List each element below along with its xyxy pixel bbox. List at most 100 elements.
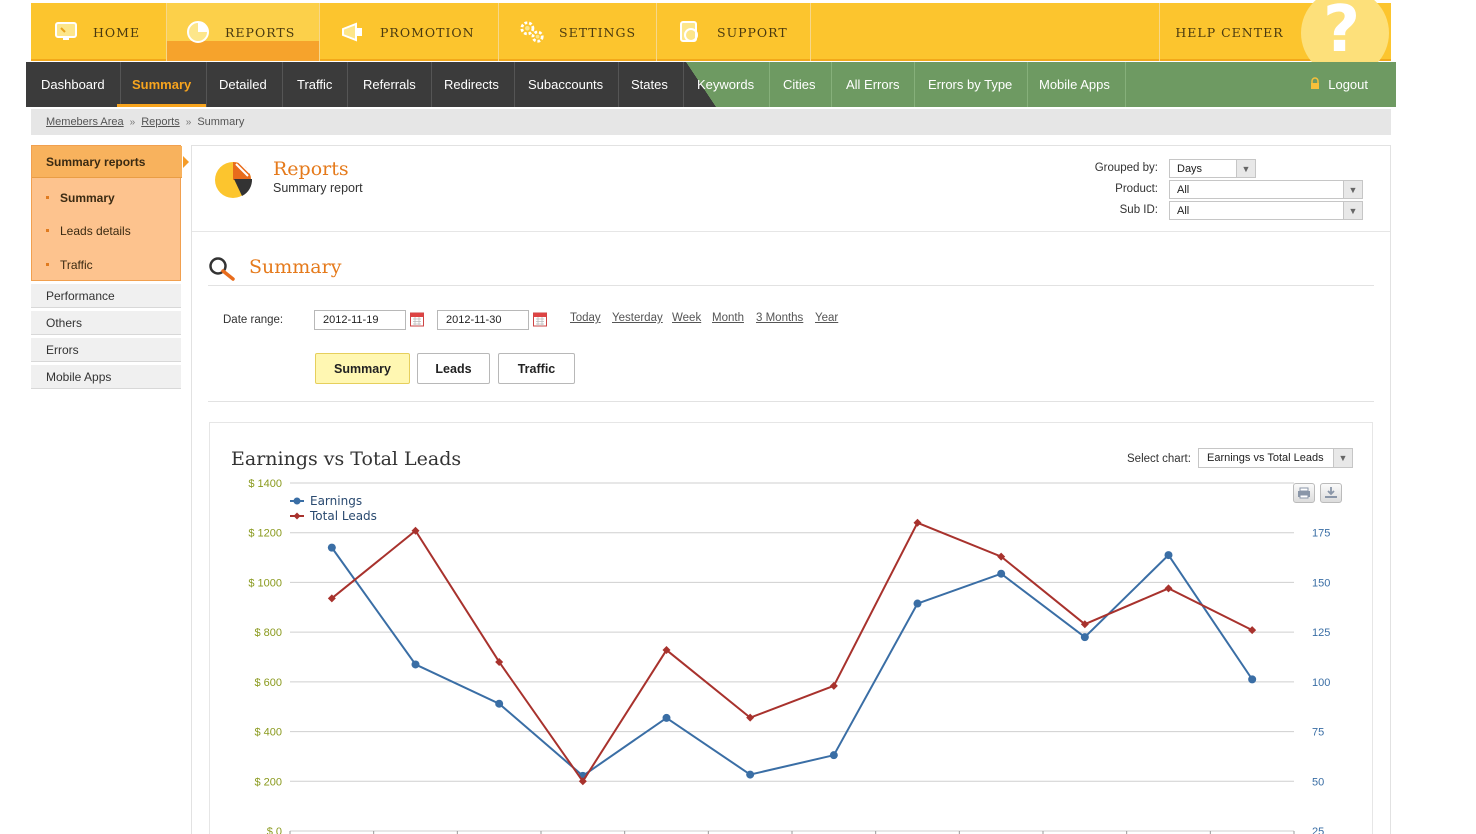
topnav-promotion[interactable]: PROMOTION (320, 3, 499, 61)
total-leads-point (1164, 584, 1173, 593)
breadcrumb-current: Summary (197, 116, 245, 128)
y-right-tick-label: 150 (1312, 577, 1330, 589)
sidebar-item-mobile-apps[interactable]: Mobile Apps (31, 365, 181, 389)
earnings-point (662, 713, 671, 722)
monitor-icon (53, 19, 79, 45)
quick-link-today[interactable]: Today (570, 312, 601, 324)
chevron-down-icon: ▼ (1343, 202, 1362, 219)
y-left-tick-label: $ 1400 (248, 478, 282, 490)
date-range-label: Date range: (223, 314, 284, 326)
sidebar-item-others[interactable]: Others (31, 311, 181, 335)
quick-link-yesterday[interactable]: Yesterday (612, 312, 663, 324)
support-icon (677, 19, 703, 45)
subnav-referrals[interactable]: Referrals (348, 62, 432, 107)
chevron-down-icon: ▼ (1343, 181, 1362, 198)
summary-title: Summary (249, 256, 342, 278)
series-line-total-leads (331, 521, 1253, 784)
y-right-tick-label: 25 (1312, 826, 1324, 834)
subnav-errors-by-type[interactable]: Errors by Type (913, 62, 1029, 107)
magnifier-icon (208, 256, 236, 282)
topnav-home-label: HOME (93, 24, 141, 40)
sidebar-section-summary-reports: Summary reports Summary Leads details Tr… (31, 145, 189, 281)
help-question-icon[interactable]: ? (1301, 0, 1389, 63)
earnings-point (913, 599, 922, 608)
quick-link-week[interactable]: Week (672, 312, 701, 324)
subnav-traffic[interactable]: Traffic (282, 62, 349, 107)
sidebar-item-traffic[interactable]: Traffic (32, 254, 93, 276)
divider (208, 285, 1374, 286)
sidebar-item-summary[interactable]: Summary (32, 187, 115, 209)
topnav-reports-label: REPORTS (225, 24, 296, 40)
topnav-promotion-label: PROMOTION (380, 24, 475, 40)
calendar-icon[interactable] (410, 311, 424, 327)
sidebar-item-performance[interactable]: Performance (31, 284, 181, 308)
topnav-support[interactable]: SUPPORT (657, 3, 811, 61)
y-left-tick-label: $ 1200 (248, 528, 282, 540)
chart-canvas: $ 0 $ 200 $ 400 $ 600 $ 800 $ 1000 $ 1200 $ 140… (248, 478, 1330, 834)
y-left-tick-label: $ 0 (267, 826, 282, 834)
subnav-all-errors[interactable]: All Errors (831, 62, 916, 107)
subnav-detailed[interactable]: Detailed (204, 62, 283, 107)
help-center-link[interactable]: HELP CENTER (1159, 3, 1299, 61)
earnings-point (411, 660, 420, 669)
tab-traffic[interactable]: Traffic (498, 353, 575, 384)
y-right-tick-label: 50 (1312, 776, 1324, 788)
lock-icon (1310, 76, 1320, 93)
page-title: Reports (273, 158, 349, 180)
tab-leads[interactable]: Leads (417, 353, 490, 384)
subnav-subaccounts[interactable]: Subaccounts (513, 62, 620, 107)
legend-marker (293, 497, 301, 505)
subnav-keywords[interactable]: Keywords (682, 62, 771, 107)
print-chart-button[interactable] (1293, 483, 1315, 503)
y-left-tick-label: $ 600 (254, 677, 282, 689)
date-from-input[interactable]: 2012-11-19 (314, 310, 406, 330)
divider (208, 401, 1374, 402)
divider (192, 231, 1390, 232)
breadcrumb-reports[interactable]: Reports (141, 116, 180, 128)
y-left-tick-label: $ 200 (254, 776, 282, 788)
main-panel: Reports Summary report Grouped by: Days … (191, 145, 1391, 834)
print-icon (1298, 487, 1310, 499)
y-left-tick-label: $ 1000 (248, 577, 282, 589)
sidebar-item-leads-details[interactable]: Leads details (32, 220, 131, 242)
date-to-input[interactable]: 2012-11-30 (437, 310, 529, 330)
download-icon (1325, 487, 1337, 498)
grouped-by-value: Days (1177, 162, 1203, 175)
topnav-home[interactable]: HOME (31, 3, 167, 61)
calendar-icon[interactable] (533, 311, 547, 327)
export-chart-button[interactable] (1320, 483, 1342, 503)
subnav-redirects[interactable]: Redirects (429, 62, 515, 107)
subnav-mobile-apps[interactable]: Mobile Apps (1024, 62, 1126, 107)
earnings-point (997, 569, 1006, 578)
tab-summary[interactable]: Summary (315, 353, 410, 384)
subnav-cities[interactable]: Cities (768, 62, 832, 107)
help-question-glyph: ? (1323, 0, 1361, 63)
sidebar-section-title-label: Summary reports (46, 154, 146, 169)
earnings-point (746, 770, 755, 779)
logout-label: Logout (1328, 77, 1368, 92)
grouped-by-select[interactable]: Days ▼ (1169, 159, 1256, 178)
quick-link-month[interactable]: Month (712, 312, 744, 324)
breadcrumb: Memebers Area » Reports » Summary (31, 109, 1391, 135)
series-line-earnings (331, 547, 1253, 778)
earnings-point (1248, 675, 1257, 684)
sidebar-item-errors[interactable]: Errors (31, 338, 181, 362)
quick-link-year[interactable]: Year (815, 312, 838, 324)
subnav-summary[interactable]: Summary (117, 62, 208, 107)
subid-value: All (1177, 204, 1190, 217)
arrow-right-icon (183, 156, 189, 168)
topnav-settings[interactable]: SETTINGS (499, 3, 657, 61)
topnav-reports[interactable]: REPORTS (167, 3, 320, 61)
earnings-point (327, 543, 336, 552)
earnings-point (829, 751, 838, 760)
breadcrumb-members-area[interactable]: Memebers Area (46, 116, 124, 128)
subnav-states[interactable]: States (616, 62, 684, 107)
y-right-tick-label: 125 (1312, 627, 1330, 639)
subnav-dashboard[interactable]: Dashboard (26, 62, 121, 107)
logout-button[interactable]: Logout (1310, 62, 1368, 107)
sub-navigation: Dashboard Summary Detailed Traffic Refer… (26, 62, 1396, 107)
quick-link-3-months[interactable]: 3 Months (756, 312, 803, 324)
sidebar-section-title[interactable]: Summary reports (32, 146, 189, 178)
subid-select[interactable]: All ▼ (1169, 201, 1363, 220)
product-select[interactable]: All ▼ (1169, 180, 1363, 199)
